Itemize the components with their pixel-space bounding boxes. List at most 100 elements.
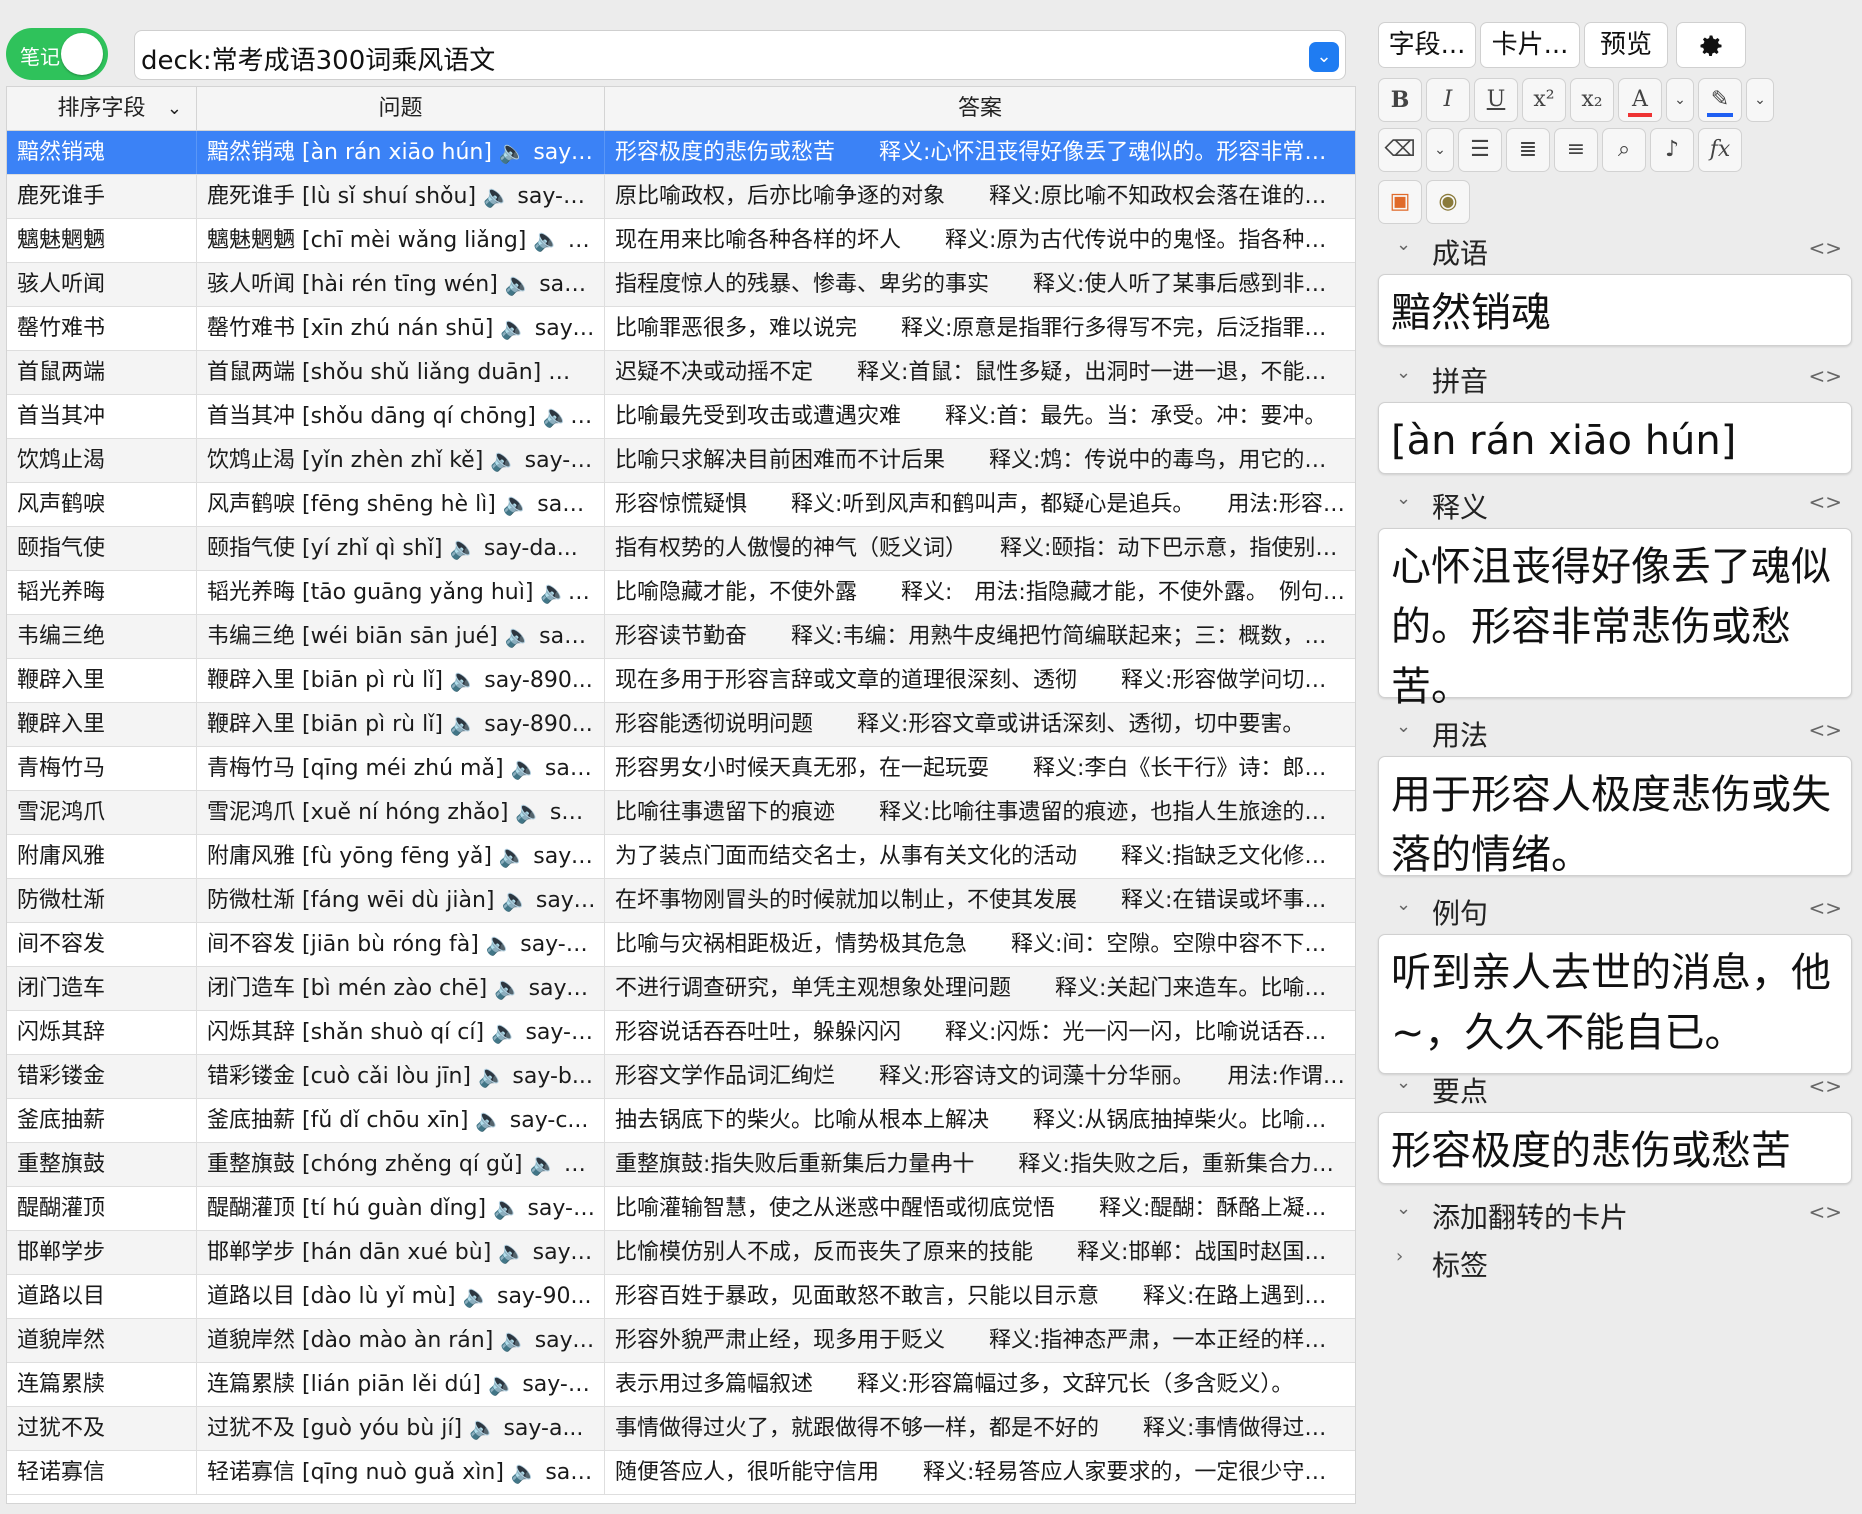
table-row[interactable]: 过犹不及 过犹不及 [guò yóu bù jí] 🔈 say-a... 事情做得过… [7, 1407, 1355, 1451]
html-editor-toggle-icon[interactable]: <> [1808, 1200, 1842, 1224]
table-row[interactable]: 韦编三绝 韦编三绝 [wéi biān sān jué] 🔈 say-9... 形容… [7, 615, 1355, 659]
paperclip-icon[interactable]: ⌕ [1602, 128, 1646, 172]
cards-button[interactable]: 卡片... [1480, 22, 1580, 68]
column-header-answer[interactable]: 答案 [605, 87, 1355, 130]
chevron-down-icon[interactable]: ⌄ [1396, 234, 1411, 255]
table-row[interactable]: 醍醐灌顶 醍醐灌顶 [tí hú guàn dǐng] 🔈 say-9... 比喻灌… [7, 1187, 1355, 1231]
chevron-down-icon[interactable]: ⌄ [1396, 488, 1411, 509]
field-header[interactable]: ⌄ 释义 <> [1378, 478, 1852, 528]
column-header-sort-field[interactable]: 排序字段 ⌄ [7, 87, 197, 130]
table-row[interactable]: 错彩镂金 错彩镂金 [cuò cǎi lòu jīn] 🔈 say-b... 形容文… [7, 1055, 1355, 1099]
search-input[interactable]: deck:常考成语300词乘风语文 ⌄ [134, 30, 1346, 80]
table-row[interactable]: 鞭辟入里 鞭辟入里 [biān pì rù lǐ] 🔈 say-890... 形容能… [7, 703, 1355, 747]
fields-button[interactable]: 字段... [1378, 22, 1476, 68]
field-editor[interactable]: [àn rán xiāo hún] [1378, 402, 1852, 474]
table-row[interactable]: 轻诺寡信 轻诺寡信 [qīng nuò guǎ xìn] 🔈 say-9... 随便… [7, 1451, 1355, 1495]
table-row[interactable]: 连篇累牍 连篇累牍 [lián piān lěi dú] 🔈 say-9... 表示… [7, 1363, 1355, 1407]
cell-answer: 原比喻政权，后亦比喻争逐的对象 释义:原比喻不知政权会落在谁的手里。 [615, 184, 1355, 209]
table-row[interactable]: 闪烁其辞 闪烁其辞 [shǎn shuò qí cí] 🔈 say-9... 形容说… [7, 1011, 1355, 1055]
cell-answer: 指程度惊人的残暴、惨毒、卑劣的事实 释义:使人听了某事后感到非常震惊。 [615, 272, 1355, 297]
text-color-button[interactable]: A [1618, 78, 1662, 122]
chevron-down-icon[interactable]: ⌄ [1396, 1198, 1411, 1219]
table-row[interactable]: 黯然销魂 黯然销魂 [àn rán xiāo hún] 🔈 say-9... 形容极… [7, 131, 1355, 175]
search-query[interactable]: deck:常考成语300词乘风语文 [141, 40, 495, 77]
table-row[interactable]: 首当其冲 首当其冲 [shǒu dāng qí chōng] 🔈 say... 比喻… [7, 395, 1355, 439]
html-editor-toggle-icon[interactable]: <> [1808, 364, 1842, 388]
table-row[interactable]: 首鼠两端 首鼠两端 [shǒu shǔ liǎng duān] 🔈 say... 迟… [7, 351, 1355, 395]
cell-answer: 为了装点门面而结交名士，从事有关文化的活动 释义:指缺乏文化修养的人。 [615, 844, 1355, 869]
table-row[interactable]: 罄竹难书 罄竹难书 [xīn zhú nán shū] 🔈 say-9... 比喻罪… [7, 307, 1355, 351]
field-header[interactable]: ⌄ 添加翻转的卡片 <> [1378, 1188, 1852, 1238]
text-color-dropdown[interactable]: ⌄ [1666, 78, 1694, 122]
table-row[interactable]: 附庸风雅 附庸风雅 [fù yōng fēng yǎ] 🔈 say-9... 为了装… [7, 835, 1355, 879]
chevron-down-icon[interactable]: ⌄ [167, 87, 182, 131]
table-row[interactable]: 重整旗鼓 重整旗鼓 [chóng zhěng qí gǔ] 🔈 say... 重整旗… [7, 1143, 1355, 1187]
table-row[interactable]: 邯郸学步 邯郸学步 [hán dān xué bù] 🔈 say-9... 比愉模仿… [7, 1231, 1355, 1275]
eraser-icon[interactable]: ⌫ [1378, 128, 1422, 172]
table-row[interactable]: 骇人听闻 骇人听闻 [hài rén tīng wén] 🔈 say-9... 指程… [7, 263, 1355, 307]
field-editor[interactable]: 黯然销魂 [1378, 274, 1852, 346]
addon-image-icon[interactable]: ▣ [1378, 180, 1422, 224]
italic-button[interactable]: I [1426, 78, 1470, 122]
subscript-button[interactable]: x₂ [1570, 78, 1614, 122]
field-header[interactable]: ⌄ 例句 <> [1378, 884, 1852, 934]
field-7: › 标签 [1378, 1236, 1852, 1286]
html-editor-toggle-icon[interactable]: <> [1808, 490, 1842, 514]
field-editor[interactable]: 形容极度的悲伤或愁苦 [1378, 1112, 1852, 1184]
notes-cards-toggle[interactable]: 笔记 [6, 28, 108, 80]
html-editor-toggle-icon[interactable]: <> [1808, 236, 1842, 260]
highlight-glyph: ✎ [1706, 87, 1734, 117]
field-header[interactable]: ⌄ 拼音 <> [1378, 352, 1852, 402]
table-row[interactable]: 鹿死谁手 鹿死谁手 [lù sǐ shuí shǒu] 🔈 say-9... 原比喻… [7, 175, 1355, 219]
column-header-question[interactable]: 问题 [197, 87, 605, 130]
table-row[interactable]: 鞭辟入里 鞭辟入里 [biān pì rù lǐ] 🔈 say-890... 现在多… [7, 659, 1355, 703]
chevron-down-icon[interactable]: ⌄ [1309, 42, 1339, 72]
table-row[interactable]: 饮鸩止渴 饮鸩止渴 [yǐn zhèn zhǐ kě] 🔈 say-9... 比喻只… [7, 439, 1355, 483]
field-editor[interactable]: 用于形容人极度悲伤或失落的情绪。 [1378, 756, 1852, 878]
field-editor[interactable]: 听到亲人去世的消息，他~，久久不能自已。 [1378, 934, 1852, 1074]
table-row[interactable]: 防微杜渐 防微杜渐 [fáng wēi dù jiàn] 🔈 say-9... 在坏… [7, 879, 1355, 923]
column-label: 问题 [378, 96, 423, 121]
highlighter-icon[interactable]: ✎ [1698, 78, 1742, 122]
table-row[interactable]: 魑魅魍魉 魑魅魍魉 [chī mèi wǎng liǎng] 🔈 say... 现在… [7, 219, 1355, 263]
chevron-down-icon[interactable]: ⌄ [1396, 1072, 1411, 1093]
align-icon[interactable]: ≡ [1554, 128, 1598, 172]
table-row[interactable]: 青梅竹马 青梅竹马 [qīng méi zhú mǎ] 🔈 say-9... 形容男… [7, 747, 1355, 791]
table-row[interactable]: 颐指气使 颐指气使 [yí zhǐ qì shǐ] 🔈 say-da... 指有权势… [7, 527, 1355, 571]
cell-answer: 事情做得过火了，就跟做得不够一样，都是不好的 释义:事情做得过头。 [615, 1416, 1349, 1441]
numbered-list-icon[interactable]: ≣ [1506, 128, 1550, 172]
preview-button[interactable]: 预览 [1584, 22, 1668, 68]
html-editor-toggle-icon[interactable]: <> [1808, 718, 1842, 742]
field-header[interactable]: › 标签 [1378, 1236, 1852, 1286]
field-header[interactable]: ⌄ 用法 <> [1378, 706, 1852, 756]
chevron-down-icon[interactable]: ⌄ [1396, 362, 1411, 383]
table-row[interactable]: 韬光养晦 韬光养晦 [tāo guāng yǎng huì] 🔈 say... 比喻… [7, 571, 1355, 615]
gear-icon[interactable] [1676, 22, 1746, 68]
bullet-list-icon[interactable]: ☰ [1458, 128, 1502, 172]
editor-pane: 字段... 卡片... 预览 B I U x² x₂ A ⌄ ✎ ⌄ ⌫ ⌄ ☰… [1366, 0, 1862, 1514]
table-row[interactable]: 道路以目 道路以目 [dào lù yǐ mù] 🔈 say-90... 形容百姓于… [7, 1275, 1355, 1319]
field-2: ⌄ 释义 <> 心怀沮丧得好像丢了魂似的。形容非常悲伤或愁苦。 [1378, 478, 1852, 710]
table-row[interactable]: 雪泥鸿爪 雪泥鸿爪 [xuě ní hóng zhǎo] 🔈 say-9... 比喻… [7, 791, 1355, 835]
table-row[interactable]: 釜底抽薪 釜底抽薪 [fǔ dǐ chōu xīn] 🔈 say-c... 抽去锅底… [7, 1099, 1355, 1143]
superscript-button[interactable]: x² [1522, 78, 1566, 122]
table-row[interactable]: 闭门造车 闭门造车 [bì mén zào chē] 🔈 say-9... 不进行调… [7, 967, 1355, 1011]
html-editor-toggle-icon[interactable]: <> [1808, 896, 1842, 920]
field-editor[interactable]: 心怀沮丧得好像丢了魂似的。形容非常悲伤或愁苦。 [1378, 528, 1852, 710]
addon-speaker-icon[interactable]: ◉ [1426, 180, 1470, 224]
microphone-icon[interactable]: ♪ [1650, 128, 1694, 172]
eraser-dropdown[interactable]: ⌄ [1426, 128, 1454, 172]
bold-button[interactable]: B [1378, 78, 1422, 122]
table-row[interactable]: 风声鹤唳 风声鹤唳 [fēng shēng hè lì] 🔈 say-9... 形容… [7, 483, 1355, 527]
field-header[interactable]: ⌄ 成语 <> [1378, 224, 1852, 274]
math-button[interactable]: fx [1698, 128, 1742, 172]
table-row[interactable]: 间不容发 间不容发 [jiān bù róng fà] 🔈 say-9... 比喻与… [7, 923, 1355, 967]
chevron-down-icon[interactable]: ⌄ [1396, 716, 1411, 737]
chevron-right-icon[interactable]: › [1396, 1246, 1403, 1267]
highlight-dropdown[interactable]: ⌄ [1746, 78, 1774, 122]
chevron-down-icon[interactable]: ⌄ [1396, 894, 1411, 915]
field-header[interactable]: ⌄ 要点 <> [1378, 1062, 1852, 1112]
underline-button[interactable]: U [1474, 78, 1518, 122]
html-editor-toggle-icon[interactable]: <> [1808, 1074, 1842, 1098]
table-row[interactable]: 道貌岸然 道貌岸然 [dào mào àn rán] 🔈 say-9... 形容外貌… [7, 1319, 1355, 1363]
